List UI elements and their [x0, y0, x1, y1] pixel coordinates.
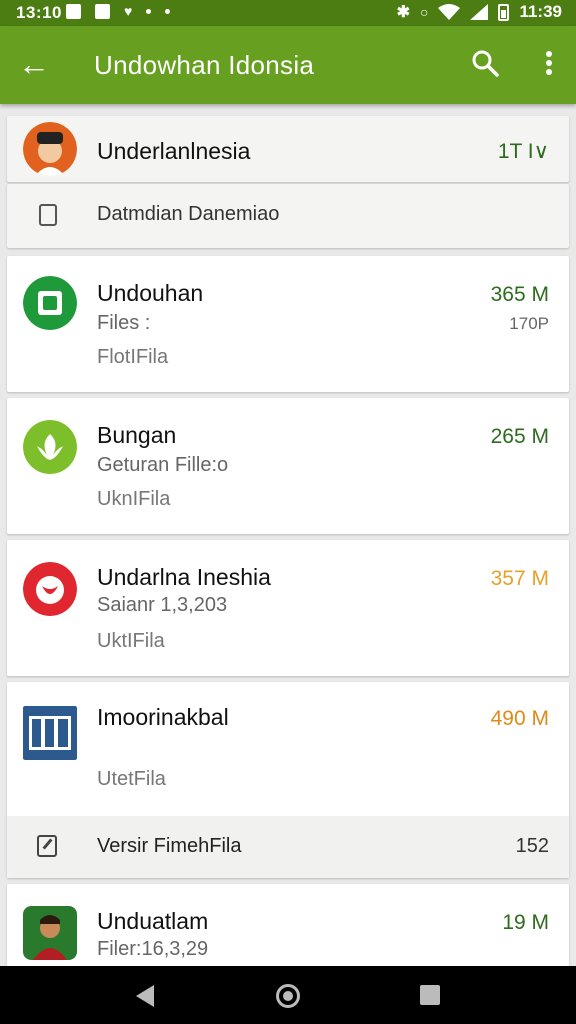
bird-app-icon [23, 562, 77, 616]
notification-heart-icon: ♥ [124, 3, 133, 19]
app-bar: ← Undowhan Idonsia [0, 26, 576, 104]
notification-square-icon [95, 3, 110, 19]
signal-icon [470, 4, 489, 20]
item-size: 490 M [490, 707, 549, 730]
item-size: 357 M [490, 567, 549, 590]
list-item[interactable]: Unduatlam Filer:16,3,29 19 M [7, 884, 569, 966]
select-row-label: Datmdian Danemiao [97, 203, 280, 225]
item-name: Undouhan [97, 280, 204, 306]
edit-icon [37, 835, 57, 857]
status-time-right: 11:39 [519, 2, 562, 21]
nav-home-icon[interactable] [276, 984, 300, 1008]
list-item[interactable]: Undarlna Ineshia Saianr 1,3,203 UktIFila… [7, 540, 569, 676]
notification-icons: ♥ [66, 3, 171, 19]
item-name: Bungan [97, 422, 177, 448]
bluetooth-icon: ✱ [396, 4, 410, 21]
item-name: Unduatlam [97, 908, 209, 934]
nav-recents-icon[interactable] [420, 985, 440, 1005]
avatar-icon [23, 122, 77, 176]
notification-dot-icon [146, 8, 152, 14]
battery-icon [498, 3, 510, 21]
grid-app-icon [23, 706, 77, 760]
item-subtitle: Filer:16,3,29 [97, 938, 209, 960]
checkbox[interactable] [39, 204, 57, 226]
version-value: 152 [515, 835, 549, 857]
item-size: 365 M [490, 283, 549, 306]
file-app-icon [23, 276, 77, 330]
version-row[interactable]: Versir FimehFila 152 [7, 816, 569, 878]
notification-image-icon [66, 3, 81, 19]
page-title: Undowhan Idonsia [94, 50, 315, 80]
select-row[interactable]: Datmdian Danemiao [7, 184, 569, 248]
item-name: Undarlna Ineshia [97, 564, 271, 590]
item-name: Imoorinakbal [97, 704, 229, 730]
status-time-left: 13:10 [16, 3, 62, 22]
person-avatar-icon [23, 906, 77, 960]
header-size: 1T I∨ [497, 140, 549, 163]
item-subtitle: Geturan Fille:o [97, 454, 229, 476]
list-item[interactable]: Undouhan Files : FlotIFila 365 M 170P [7, 256, 569, 392]
item-subtitle: Saianr 1,3,203 [97, 594, 228, 616]
header-name: Underlanlnesia [97, 138, 251, 164]
navigation-bar [0, 966, 576, 1024]
item-tag: FlotIFila [97, 346, 169, 368]
item-size: 19 M [502, 911, 549, 934]
header-card[interactable]: Underlanlnesia 1T I∨ [7, 116, 569, 182]
search-icon[interactable] [470, 48, 500, 78]
version-label: Versir FimehFila [97, 835, 242, 857]
item-size-secondary: 170P [509, 314, 549, 333]
item-tag: UktIFila [97, 630, 165, 652]
list-item[interactable]: Bungan Geturan Fille:o UknIFila 265 M [7, 398, 569, 534]
item-tag: UtetFila [97, 768, 166, 790]
item-tag: UknIFila [97, 488, 171, 510]
notification-dot-icon [165, 8, 171, 14]
list-item[interactable]: Imoorinakbal UtetFila 490 M Versir Fimeh… [7, 682, 569, 878]
vibrate-icon: ○ [419, 4, 429, 20]
item-size: 265 M [490, 425, 549, 448]
item-subtitle: Files : [97, 312, 151, 334]
leaf-app-icon [23, 420, 77, 474]
more-vert-icon[interactable] [542, 48, 556, 78]
back-arrow-icon[interactable]: ← [18, 46, 50, 82]
nav-back-icon[interactable] [136, 985, 154, 1007]
status-bar: 13:10 ♥ ✱ ○ 11:39 [0, 0, 576, 26]
status-right: ✱ ○ 11:39 [397, 2, 562, 22]
wifi-icon [438, 4, 461, 20]
